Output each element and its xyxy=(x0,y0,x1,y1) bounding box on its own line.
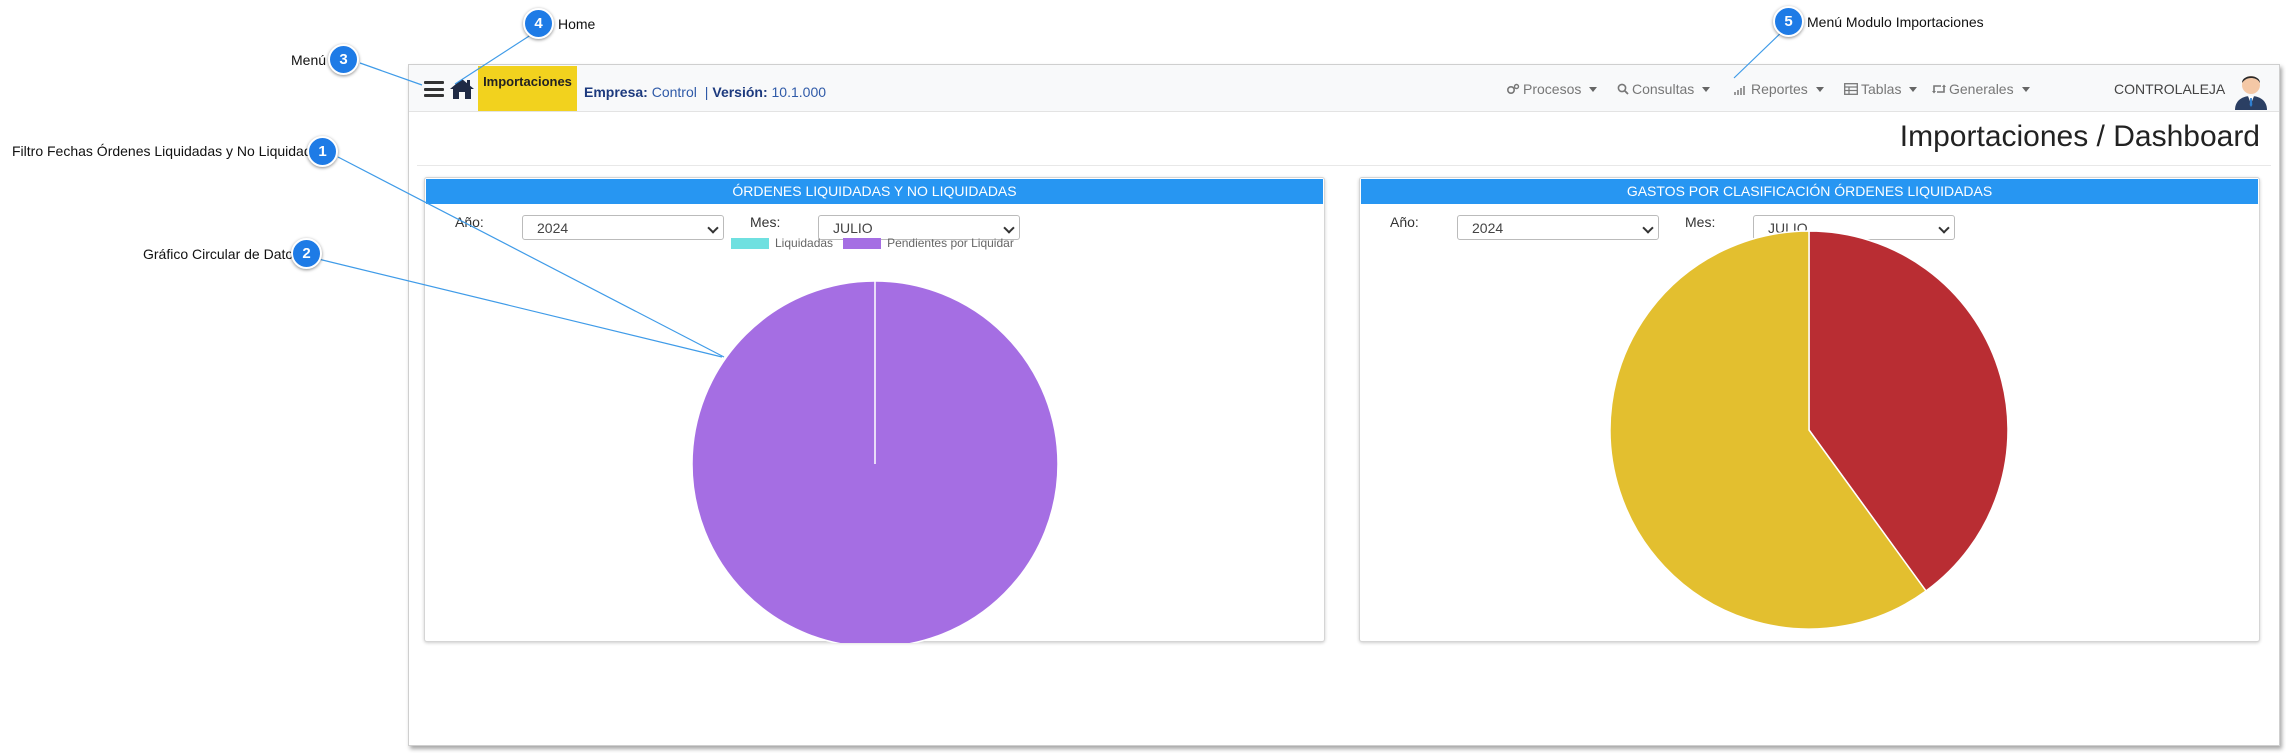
pie-chart-ordenes xyxy=(691,280,1059,643)
company-value: Control xyxy=(651,84,697,100)
callout-label-5: Menú Modulo Importaciones xyxy=(1807,14,1984,30)
panel-gastos-clasificacion: GASTOS POR CLASIFICACIÓN ÓRDENES LIQUIDA… xyxy=(1359,177,2260,642)
title-divider xyxy=(417,165,2271,166)
signal-bars-icon xyxy=(1734,86,1745,95)
version-value: 10.1.000 xyxy=(771,84,827,100)
caret-down-icon xyxy=(1815,86,1824,92)
callout-badge-5: 5 xyxy=(1773,6,1804,37)
company-info: Empresa: Control | Versión: 10.1.000 xyxy=(584,84,826,100)
caret-down-icon xyxy=(1909,86,1918,92)
info-separator: | xyxy=(704,84,709,100)
menu-generales[interactable]: Generales xyxy=(1932,81,2030,97)
menu-reportes-label: Reportes xyxy=(1751,81,1808,97)
module-badge: Importaciones xyxy=(478,66,577,111)
top-navbar: Importaciones Empresa: Control | Versión:… xyxy=(409,65,2279,112)
caret-down-icon xyxy=(1589,86,1598,92)
gears-icon xyxy=(1506,83,1520,95)
menu-tablas[interactable]: Tablas xyxy=(1844,81,1918,97)
company-label: Empresa: xyxy=(584,84,648,100)
menu-consultas-label: Consultas xyxy=(1632,81,1695,97)
callout-label-3: Menú xyxy=(291,52,327,68)
menu-generales-label: Generales xyxy=(1949,81,2014,97)
callout-badge-2: 2 xyxy=(291,238,322,269)
menu-tablas-label: Tablas xyxy=(1861,81,1902,97)
caret-down-icon xyxy=(2021,86,2030,92)
callout-label-1: Filtro Fechas Órdenes Liquidadas y No Li… xyxy=(12,143,327,159)
menu-procesos[interactable]: Procesos xyxy=(1506,81,1598,97)
hamburger-menu-icon[interactable] xyxy=(424,81,444,97)
username[interactable]: CONTROLALEJA xyxy=(2114,81,2225,97)
callout-label-2: Gráfico Circular de Datos xyxy=(143,246,301,262)
version-label: Versión: xyxy=(712,84,768,100)
callout-badge-3: 3 xyxy=(328,44,359,75)
menu-reportes[interactable]: Reportes xyxy=(1734,81,1824,97)
search-icon xyxy=(1617,83,1629,95)
menu-procesos-label: Procesos xyxy=(1523,81,1582,97)
callout-badge-1: 1 xyxy=(307,136,338,167)
user-avatar[interactable] xyxy=(2231,68,2271,110)
page-title: Importaciones / Dashboard xyxy=(1899,120,2260,153)
callout-badge-4: 4 xyxy=(523,8,554,39)
panel-ordenes-liquidadas: ÓRDENES LIQUIDADAS Y NO LIQUIDADAS Año: … xyxy=(424,177,1325,643)
home-icon[interactable] xyxy=(449,77,475,101)
app-window: Importaciones Empresa: Control | Versión:… xyxy=(408,64,2280,746)
menu-consultas[interactable]: Consultas xyxy=(1617,81,1711,97)
callout-label-4: Home xyxy=(558,16,596,32)
table-icon xyxy=(1844,83,1858,95)
pie-chart-gastos xyxy=(1609,230,2009,630)
retweet-icon xyxy=(1932,84,1946,94)
caret-down-icon xyxy=(1702,86,1711,92)
